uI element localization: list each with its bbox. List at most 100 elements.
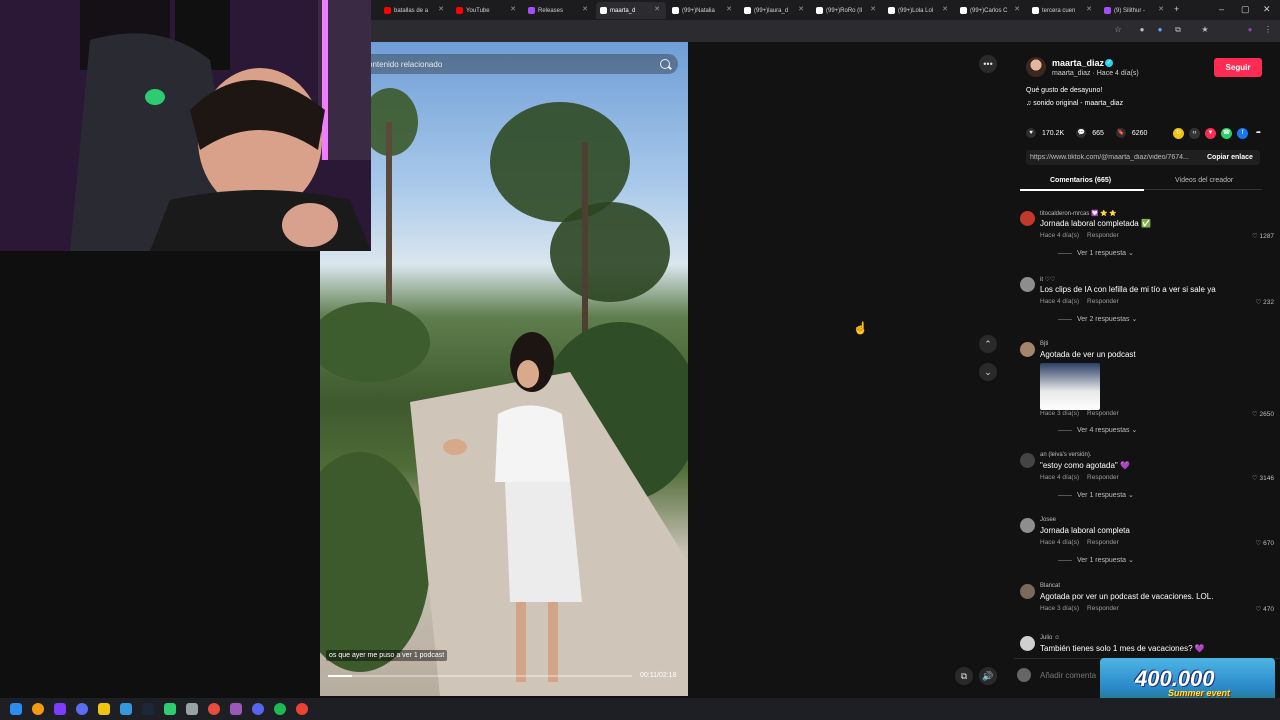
- send-icon[interactable]: ▼: [1205, 128, 1216, 139]
- commenter-avatar[interactable]: [1020, 277, 1035, 292]
- reply-button[interactable]: Responder: [1087, 539, 1119, 546]
- video-player[interactable]: [320, 42, 688, 696]
- comment-icon[interactable]: 💬: [1076, 128, 1087, 138]
- creator-username[interactable]: maarta_diaz: [1052, 58, 1104, 68]
- commenter-name[interactable]: Blancat: [1040, 583, 1060, 589]
- discord-icon[interactable]: [252, 703, 264, 715]
- commenter-name[interactable]: an (leiva's versión).: [1040, 452, 1092, 458]
- reply-button[interactable]: Responder: [1087, 298, 1119, 305]
- vpn-icon[interactable]: [76, 703, 88, 715]
- commenter-name[interactable]: Julio ☺: [1040, 635, 1060, 641]
- commenter-name[interactable]: Josee: [1040, 517, 1056, 523]
- commenter-name[interactable]: Bjti: [1040, 341, 1048, 347]
- commenter-avatar[interactable]: [1020, 584, 1035, 599]
- commenter-avatar[interactable]: [1020, 518, 1035, 533]
- close-tab-icon[interactable]: ✕: [798, 5, 804, 13]
- comment-likes[interactable]: ♡ 2650: [1252, 410, 1274, 418]
- menu-dots-icon[interactable]: ⋮: [1263, 25, 1273, 35]
- facebook-icon[interactable]: f: [1237, 128, 1248, 139]
- pip-button[interactable]: ⧉: [955, 667, 973, 685]
- view-replies-button[interactable]: Ver 2 respuestas ⌄: [1058, 315, 1137, 323]
- reply-button[interactable]: Responder: [1087, 605, 1119, 612]
- browser-tab[interactable]: Releases ✕: [524, 2, 594, 19]
- heart-icon[interactable]: ♥: [1026, 128, 1036, 138]
- app-icon[interactable]: [164, 703, 176, 715]
- app-icon[interactable]: [208, 703, 220, 715]
- chrome-icon[interactable]: [296, 703, 308, 715]
- commenter-avatar[interactable]: [1020, 636, 1035, 651]
- creator-avatar[interactable]: [1026, 57, 1046, 77]
- files-icon[interactable]: [120, 703, 132, 715]
- browser-tab-active[interactable]: maarta_d ✕: [596, 2, 666, 19]
- browser-tab[interactable]: (99+)RoRo (II ✕: [812, 2, 882, 19]
- close-tab-icon[interactable]: ✕: [1014, 5, 1020, 13]
- reply-button[interactable]: Responder: [1087, 410, 1119, 417]
- browser-tab[interactable]: (99+)Lola Lol ✕: [884, 2, 954, 19]
- browser-tab[interactable]: tercera cuen ✕: [1028, 2, 1098, 19]
- commenter-avatar[interactable]: [1020, 453, 1035, 468]
- comment-likes[interactable]: ♡ 3146: [1252, 474, 1274, 482]
- search-icon[interactable]: [32, 703, 44, 715]
- new-tab-button[interactable]: +: [1174, 4, 1179, 14]
- comment-likes[interactable]: ♡ 470: [1256, 605, 1274, 613]
- close-tab-icon[interactable]: ✕: [654, 5, 660, 13]
- app-icon[interactable]: [230, 703, 242, 715]
- bookmark-icon[interactable]: 🔖: [1115, 128, 1126, 138]
- close-tab-icon[interactable]: ✕: [510, 5, 516, 13]
- share-arrow-icon[interactable]: ➦: [1253, 128, 1264, 139]
- browser-tab[interactable]: batallas de a ✕: [380, 2, 450, 19]
- more-options-button[interactable]: •••: [979, 55, 997, 73]
- commenter-name[interactable]: titocalderon-mrcas 💟 ⭐ ⭐: [1040, 210, 1117, 217]
- steam-icon[interactable]: [142, 703, 154, 715]
- close-tab-icon[interactable]: ✕: [870, 5, 876, 13]
- browser-tab[interactable]: (9) Silithur - ✕: [1100, 2, 1170, 19]
- commenter-avatar[interactable]: [1020, 211, 1035, 226]
- post-sound[interactable]: ♫ sonido original - maarta_diaz: [1026, 100, 1123, 107]
- windows-start-icon[interactable]: [10, 703, 22, 715]
- comment-likes[interactable]: ♡ 232: [1256, 298, 1274, 306]
- next-video-button[interactable]: ⌄: [979, 363, 997, 381]
- commenter-name[interactable]: it ♡♡: [1040, 276, 1055, 283]
- close-window-button[interactable]: ✕: [1263, 4, 1271, 15]
- browser-tab[interactable]: (99+)Carlos C ✕: [956, 2, 1026, 19]
- share-repost-icon[interactable]: ↻: [1173, 128, 1184, 139]
- embed-icon[interactable]: ‹›: [1189, 128, 1200, 139]
- previous-video-button[interactable]: ⌃: [979, 335, 997, 353]
- extension-icon[interactable]: ●: [1137, 25, 1147, 35]
- browser-tab[interactable]: (99+)Natalia ✕: [668, 2, 738, 19]
- puzzle-icon[interactable]: ⧉: [1173, 25, 1183, 35]
- browser-tab[interactable]: YouTube ✕: [452, 2, 522, 19]
- video-link[interactable]: https://www.tiktok.com/@maarta_diaz/vide…: [1030, 154, 1200, 161]
- comment-image[interactable]: [1040, 363, 1100, 410]
- comment-likes[interactable]: ♡ 1287: [1252, 232, 1274, 240]
- view-replies-button[interactable]: Ver 1 respuesta ⌄: [1058, 249, 1134, 257]
- close-tab-icon[interactable]: ✕: [726, 5, 732, 13]
- close-tab-icon[interactable]: ✕: [582, 5, 588, 13]
- reply-button[interactable]: Responder: [1087, 474, 1119, 481]
- follow-button[interactable]: Seguir: [1214, 58, 1262, 77]
- close-tab-icon[interactable]: ✕: [1086, 5, 1092, 13]
- view-replies-button[interactable]: Ver 1 respuesta ⌄: [1058, 491, 1134, 499]
- bookmark-star-icon[interactable]: ★: [1200, 25, 1210, 35]
- tab-comments[interactable]: Comentarios (665): [1050, 177, 1111, 184]
- comment-likes[interactable]: ♡ 670: [1256, 539, 1274, 547]
- minimize-button[interactable]: –: [1219, 4, 1224, 14]
- volume-button[interactable]: 🔊: [979, 667, 997, 685]
- app-grid-icon[interactable]: [54, 703, 66, 715]
- commenter-avatar[interactable]: [1020, 342, 1035, 357]
- view-replies-button[interactable]: Ver 1 respuesta ⌄: [1058, 556, 1134, 564]
- view-replies-button[interactable]: Ver 4 respuestas ⌄: [1058, 426, 1137, 434]
- browser-tab[interactable]: (99+)laura_d ✕: [740, 2, 810, 19]
- close-tab-icon[interactable]: ✕: [1158, 5, 1164, 13]
- extension-icon[interactable]: ●: [1155, 25, 1165, 35]
- lightning-app-icon[interactable]: [98, 703, 110, 715]
- video-progress-bar[interactable]: [328, 675, 632, 677]
- profile-icon[interactable]: ●: [1245, 25, 1255, 35]
- refresh-app-icon[interactable]: [186, 703, 198, 715]
- whatsapp-icon[interactable]: ☎: [1221, 128, 1232, 139]
- bookmark-star-icon[interactable]: ☆: [1113, 25, 1123, 35]
- close-tab-icon[interactable]: ✕: [942, 5, 948, 13]
- reply-button[interactable]: Responder: [1087, 232, 1119, 239]
- add-comment-input[interactable]: Añadir comenta: [1040, 671, 1096, 680]
- search-icon[interactable]: [660, 59, 670, 69]
